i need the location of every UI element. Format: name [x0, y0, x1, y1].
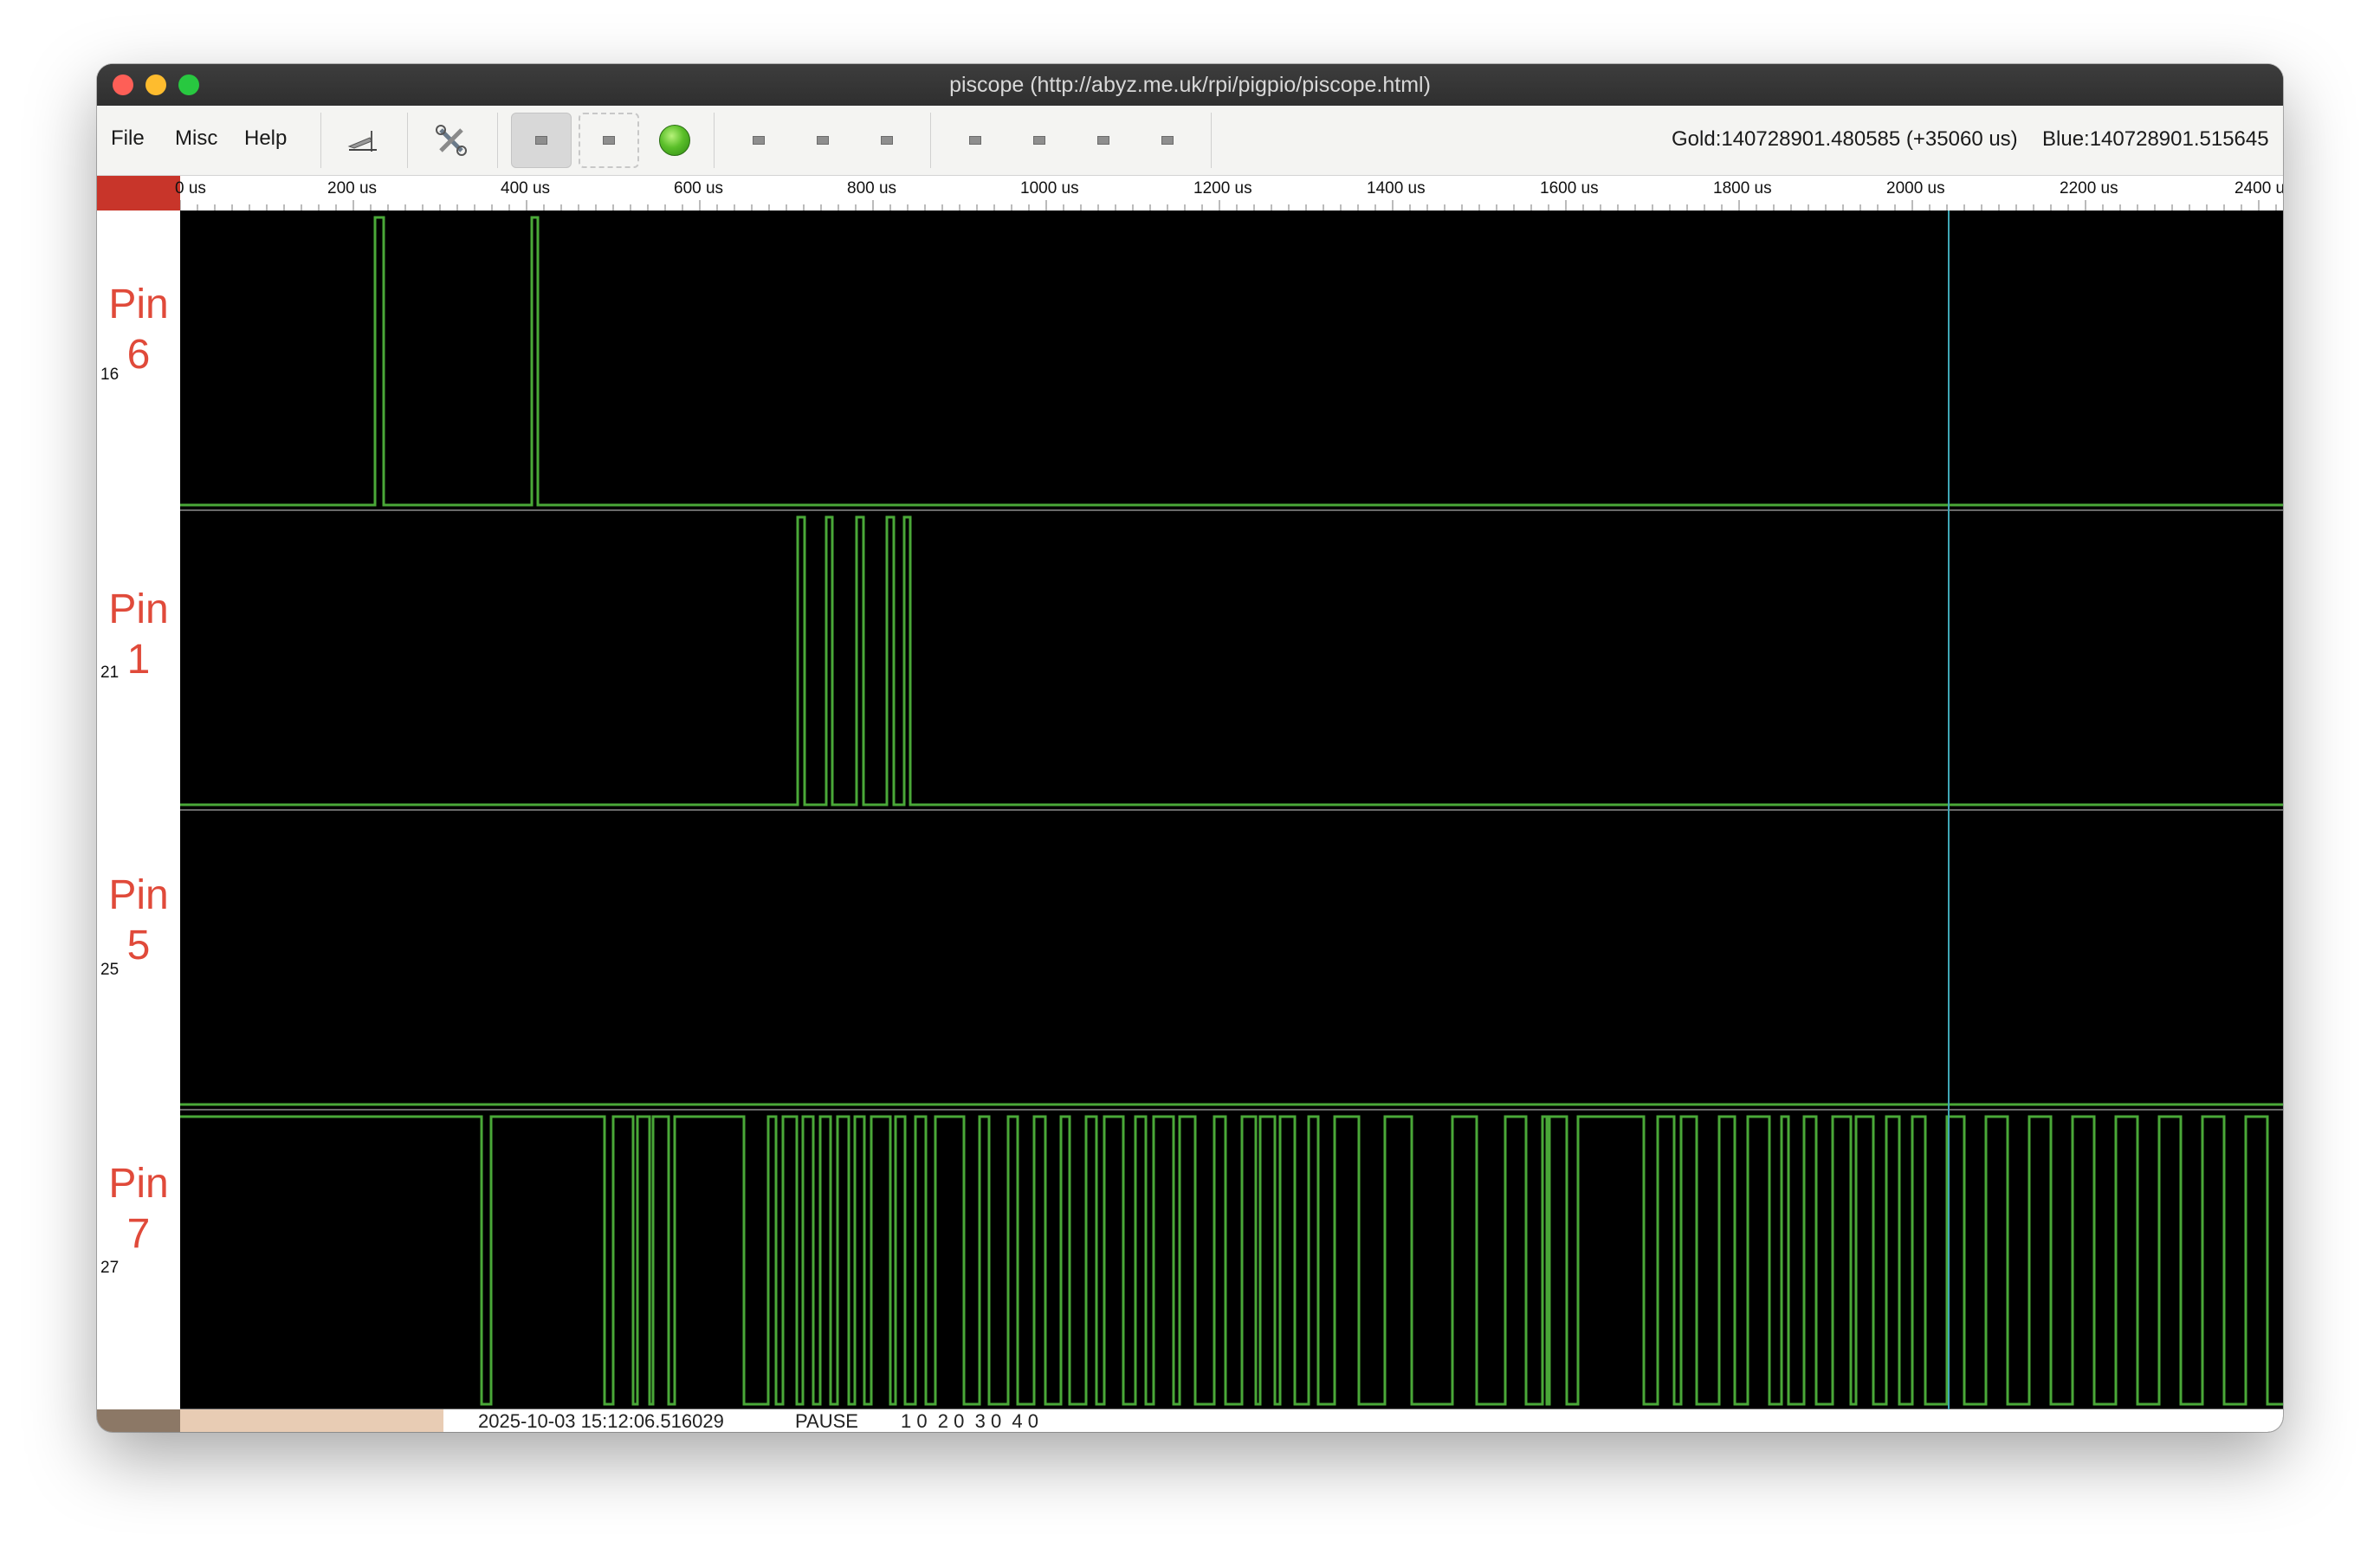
waveform-svg	[180, 211, 2283, 1409]
goto-start-button[interactable]	[960, 132, 991, 149]
ruler-tick-label: 800 us	[847, 179, 897, 198]
menu-misc[interactable]: Misc	[175, 126, 217, 151]
zoom-in-button[interactable]	[807, 132, 838, 149]
trace-label-pin5: Pin 5	[108, 872, 169, 968]
toolbar-separator	[320, 113, 321, 168]
gpio-number: 27	[100, 1259, 120, 1277]
title-bar: piscope (http://abyz.me.uk/rpi/pigpio/pi…	[97, 64, 2283, 107]
ruler-tick-label: 2000 us	[1886, 179, 1945, 198]
pause-button-icon	[535, 136, 547, 145]
window-title: piscope (http://abyz.me.uk/rpi/pigpio/pi…	[949, 73, 1431, 97]
pause-button[interactable]	[511, 113, 572, 168]
menu-help[interactable]: Help	[244, 126, 287, 151]
status-bar: 2025-10-03 15:12:06.516029 PAUSE 1 0 2 0…	[97, 1409, 2283, 1432]
gpio-number: 21	[100, 664, 120, 682]
trigger-icon	[347, 131, 377, 152]
status-mode: PAUSE	[795, 1410, 858, 1432]
ruler-marker	[97, 176, 180, 211]
trace-labels-column: Pin 6 16 Pin 1 21 Pin 5 25 Pin 7 27	[97, 211, 180, 1409]
toolbar-separator	[497, 113, 498, 168]
record-button[interactable]	[579, 113, 639, 168]
blue-cursor-readout: Blue:140728901.515645	[2042, 127, 2269, 151]
run-led-icon	[659, 125, 690, 156]
trace-waveform	[180, 1115, 2283, 1406]
gold-cursor-readout: Gold:140728901.480585 (+35060 us)	[1672, 127, 2018, 151]
toolbar-separator	[714, 113, 715, 168]
ruler-tick-label: 600 us	[674, 179, 724, 198]
menu-file[interactable]: File	[111, 126, 145, 151]
gpio-number: 25	[100, 961, 120, 979]
ruler-tick-label: 1000 us	[1020, 179, 1079, 198]
goto-gold-button[interactable]	[1024, 132, 1055, 149]
ruler-tick-label: 1800 us	[1713, 179, 1772, 198]
record-icon	[603, 136, 615, 145]
waveform-area[interactable]	[180, 211, 2283, 1409]
goto-blue-button[interactable]	[1088, 132, 1119, 149]
piscope-window: piscope (http://abyz.me.uk/rpi/pigpio/pi…	[97, 64, 2283, 1432]
trigger-button[interactable]	[333, 113, 393, 168]
buffer-progress	[180, 1409, 443, 1432]
ruler-tick-label: 1600 us	[1540, 179, 1599, 198]
time-ruler[interactable]: 0 us 200 us 400 us 600 us 800 us 1000 us 1200 …	[175, 176, 2283, 211]
goto-end-button[interactable]	[1152, 132, 1183, 149]
toolbar-separator	[930, 113, 931, 168]
status-datetime: 2025-10-03 15:12:06.516029	[478, 1410, 724, 1432]
ruler-tick-label: 400 us	[501, 179, 551, 198]
toolbar: File Misc Help Gold:140728901.480585 (+3…	[97, 106, 2283, 176]
trace-label-pin7: Pin 7	[108, 1161, 169, 1257]
settings-icon	[436, 125, 467, 156]
status-indicator	[97, 1409, 180, 1432]
zoom-out-button[interactable]	[743, 132, 774, 149]
zoom-reset-button[interactable]	[871, 132, 902, 149]
trace-waveform	[180, 515, 2283, 806]
status-counters: 1 0 2 0 3 0 4 0	[901, 1410, 1039, 1432]
ruler-tick-label: 0 us	[175, 179, 206, 198]
ruler-tick-label: 200 us	[327, 179, 378, 198]
ruler-tick-label: 2200 us	[2060, 179, 2118, 198]
trace-waveform	[180, 216, 2283, 507]
gpio-number: 16	[100, 366, 120, 384]
toolbar-separator	[407, 113, 408, 168]
settings-button[interactable]	[421, 113, 482, 168]
run-button[interactable]	[644, 113, 705, 168]
ruler-tick-label: 1400 us	[1367, 179, 1426, 198]
toolbar-separator	[1211, 113, 1212, 168]
ruler-tick-label: 2400 us	[2234, 179, 2283, 198]
ruler-tick-label: 1200 us	[1193, 179, 1252, 198]
